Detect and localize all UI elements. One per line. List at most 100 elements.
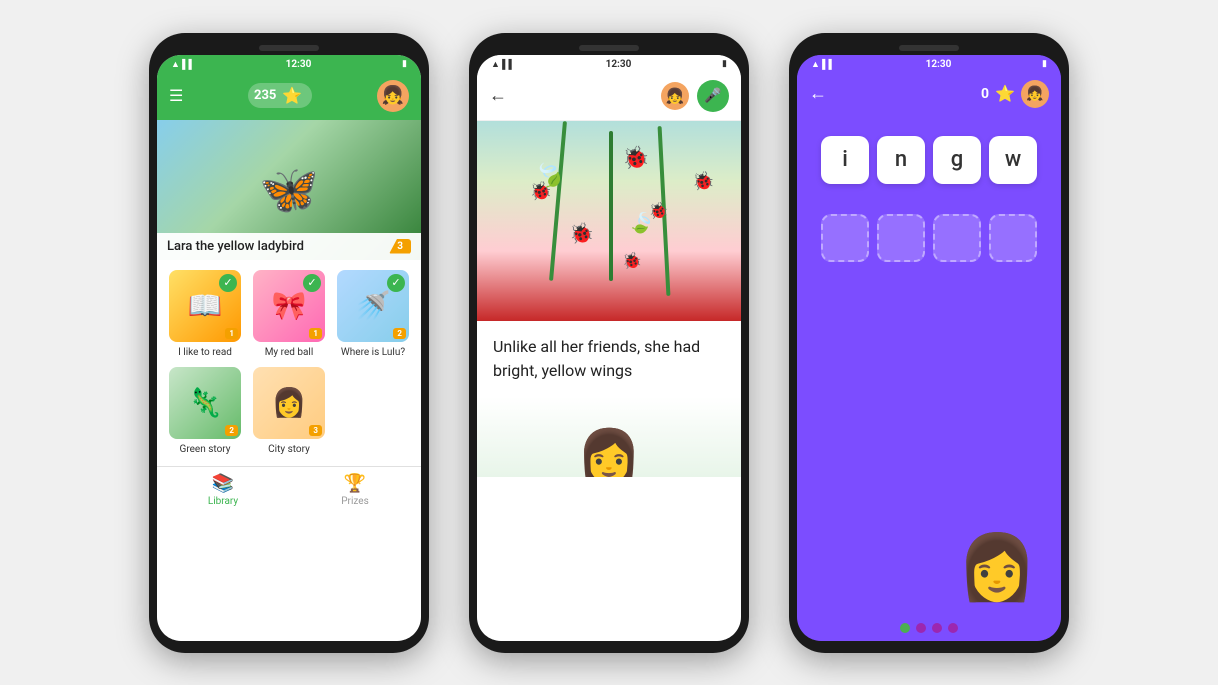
phone2-screen: ▲ ▌▌ 12:30 ▮ ← 👧 🎤 🐞 🐞 🐞 <box>477 55 741 641</box>
book-label-1: I like to read <box>178 346 232 359</box>
status-battery-2: ▮ <box>722 59 727 69</box>
quiz-header: ← 0 ⭐ 👧 <box>797 72 1061 116</box>
status-signal: ▲ ▌▌ <box>171 59 195 70</box>
answer-slot-1[interactable] <box>821 214 869 262</box>
mic-button[interactable]: 🎤 <box>697 80 729 112</box>
answer-slot-2[interactable] <box>877 214 925 262</box>
phone-speaker-1 <box>259 45 319 51</box>
check-badge-3: ✓ <box>387 274 405 292</box>
quiz-star-icon: ⭐ <box>995 84 1015 103</box>
plant-stem-2 <box>609 131 613 281</box>
score-area: 0 ⭐ 👧 <box>981 80 1049 108</box>
book-label-4: Green story <box>180 443 231 456</box>
ladybug-5: 🐞 <box>622 251 642 270</box>
list-item[interactable]: 🦎 2 Green story <box>167 367 243 456</box>
book-level-5: 3 <box>309 425 322 436</box>
phone-reading: ▲ ▌▌ 12:30 ▮ ← 👧 🎤 🐞 🐞 🐞 <box>469 33 749 653</box>
avatar-emoji-1: 👧 <box>382 85 404 106</box>
book-thumb-monster: 🦎 2 <box>169 367 241 439</box>
character-preview: 👩 <box>477 397 741 477</box>
book-thumb-city: 👩 3 <box>253 367 325 439</box>
status-time-2: 12:30 <box>606 59 632 70</box>
library-icon: 📚 <box>212 473 234 494</box>
book-thumb-lulu: 🚿 ✓ 2 <box>337 270 409 342</box>
book-label-3: Where is Lulu? <box>341 346 405 359</box>
letter-tile-g[interactable]: g <box>933 136 981 184</box>
quiz-back-button[interactable]: ← <box>809 83 827 104</box>
progress-dot-3 <box>932 623 942 633</box>
letter-tile-w[interactable]: w <box>989 136 1037 184</box>
book-level-3: 2 <box>393 328 406 339</box>
user-avatar-3: 👧 <box>1021 80 1049 108</box>
status-time-3: 12:30 <box>926 59 952 70</box>
quiz-character: 👩 <box>813 530 1045 605</box>
menu-icon[interactable]: ☰ <box>169 88 183 104</box>
mic-icon: 🎤 <box>704 88 721 104</box>
book-label-2: My red ball <box>265 346 314 359</box>
featured-book-illustration: 🦋 <box>259 161 319 218</box>
list-item[interactable]: 📖 ✓ 1 I like to read <box>167 270 243 359</box>
bottom-nav: 📚 Library 🏆 Prizes <box>157 466 421 511</box>
phone-speaker-2 <box>579 45 639 51</box>
reading-actions: 👧 🎤 <box>661 80 729 112</box>
nav-prizes-label: Prizes <box>341 496 368 507</box>
progress-dot-4 <box>948 623 958 633</box>
featured-book[interactable]: 🦋 Lara the yellow ladybird 3 <box>157 120 421 260</box>
prizes-icon: 🏆 <box>344 473 366 494</box>
phone1-screen: ▲ ▌▌ 12:30 ▮ ☰ 235 ⭐ 👧 🦋 Lara the yellow… <box>157 55 421 641</box>
star-icon: ⭐ <box>282 86 302 105</box>
user-avatar-2: 👧 <box>661 82 689 110</box>
quiz-body: i n g w <box>797 116 1061 615</box>
answer-slot-3[interactable] <box>933 214 981 262</box>
phone3-screen: ▲ ▌▌ 12:30 ▮ ← 0 ⭐ 👧 i n <box>797 55 1061 641</box>
list-item[interactable]: 👩 3 City story <box>251 367 327 456</box>
featured-book-name: Lara the yellow ladybird <box>167 239 304 254</box>
user-avatar-1[interactable]: 👧 <box>377 80 409 112</box>
quiz-score: 0 <box>981 86 989 102</box>
progress-dot-2 <box>916 623 926 633</box>
book-thumb-ball: 🎀 ✓ 1 <box>253 270 325 342</box>
progress-dots <box>797 615 1061 641</box>
check-badge: ✓ <box>219 274 237 292</box>
story-illustration: 🐞 🐞 🐞 🐞 🐞 🐞 🍃 🍃 <box>477 121 741 321</box>
answer-slots <box>821 214 1037 262</box>
nav-library-label: Library <box>208 496 238 507</box>
coins-count: 235 <box>254 88 276 103</box>
ladybug-4: 🐞 <box>569 221 594 245</box>
status-signal-3: ▲ ▌▌ <box>811 59 835 70</box>
book-thumb-read: 📖 ✓ 1 <box>169 270 241 342</box>
letter-tiles: i n g w <box>821 136 1037 184</box>
featured-book-title-bar: Lara the yellow ladybird 3 <box>157 233 421 260</box>
check-badge-2: ✓ <box>303 274 321 292</box>
ladybug-1: 🐞 <box>622 146 649 171</box>
coins-badge: 235 ⭐ <box>248 83 312 108</box>
letter-tile-i[interactable]: i <box>821 136 869 184</box>
library-header: ☰ 235 ⭐ 👧 <box>157 72 421 120</box>
reading-header: ← 👧 🎤 <box>477 72 741 121</box>
answer-slot-4[interactable] <box>989 214 1037 262</box>
list-item[interactable]: 🎀 ✓ 1 My red ball <box>251 270 327 359</box>
status-battery-1: ▮ <box>402 59 407 69</box>
story-text-content: Unlike all her friends, she had bright, … <box>493 337 700 380</box>
nav-prizes[interactable]: 🏆 Prizes <box>289 473 421 507</box>
character-preview-emoji: 👩 <box>577 426 642 477</box>
status-battery-3: ▮ <box>1042 59 1047 69</box>
book-level-4: 2 <box>225 425 238 436</box>
letter-tile-n[interactable]: n <box>877 136 925 184</box>
progress-dot-1 <box>900 623 910 633</box>
story-text: Unlike all her friends, she had bright, … <box>477 321 741 397</box>
book-level-1: 1 <box>225 328 238 339</box>
phone-speaker-3 <box>899 45 959 51</box>
book-label-5: City story <box>268 443 310 456</box>
featured-level-badge: 3 <box>389 239 411 254</box>
book-level-2: 1 <box>309 328 322 339</box>
list-item[interactable]: 🚿 ✓ 2 Where is Lulu? <box>335 270 411 359</box>
ladybug-6: 🐞 <box>692 171 714 192</box>
nav-library[interactable]: 📚 Library <box>157 473 289 507</box>
books-grid: 📖 ✓ 1 I like to read 🎀 ✓ 1 My red ball 🚿… <box>157 260 421 466</box>
back-button[interactable]: ← <box>489 85 507 106</box>
quiz-character-emoji: 👩 <box>957 530 1037 605</box>
status-time-1: 12:30 <box>286 59 312 70</box>
phone-library: ▲ ▌▌ 12:30 ▮ ☰ 235 ⭐ 👧 🦋 Lara the yellow… <box>149 33 429 653</box>
status-signal-2: ▲ ▌▌ <box>491 59 515 70</box>
